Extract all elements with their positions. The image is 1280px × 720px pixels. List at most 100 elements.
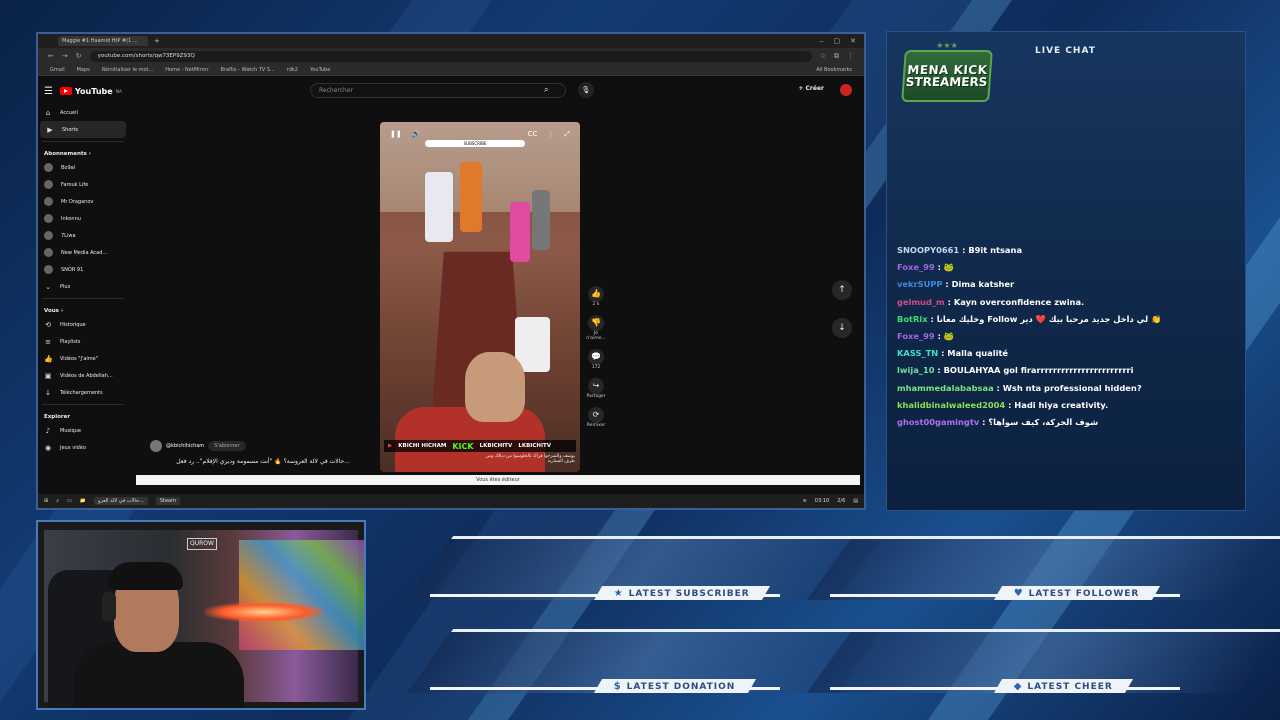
- sidebar-item-label: 7Liwa: [61, 232, 76, 239]
- bookmark-item[interactable]: Braflix - Watch TV S...: [221, 67, 275, 73]
- subscribe-button[interactable]: S'abonner: [208, 441, 246, 451]
- more-icon[interactable]: ⋮: [547, 130, 554, 139]
- action-label: Je n'aime...: [586, 331, 606, 341]
- sidebar-item-your-videos[interactable]: ▣ Vidéos de Abdellah...: [38, 367, 128, 384]
- avatar[interactable]: [840, 84, 852, 96]
- sidebar-item-music[interactable]: ♪ Musique: [38, 422, 128, 439]
- back-icon[interactable]: ←: [48, 52, 54, 60]
- webcam-scene: [204, 602, 324, 622]
- search-icon[interactable]: ⌕: [56, 498, 59, 504]
- sidebar-item-subscription[interactable]: 7Liwa: [38, 227, 128, 244]
- sidebar-item-subscription[interactable]: Farouk Life: [38, 176, 128, 193]
- action-label: Partager: [586, 394, 606, 399]
- sidebar-item-gaming[interactable]: ◉ Jeux vidéo: [38, 439, 128, 456]
- browser-tab[interactable]: Maggie #1 Haamid HtP #(1 ...: [58, 36, 148, 46]
- wifi-icon[interactable]: ≋: [803, 498, 807, 504]
- chat-username[interactable]: gelmud_m: [897, 297, 945, 307]
- bookmark-item[interactable]: rdk2: [287, 67, 298, 73]
- sidebar-item-liked[interactable]: 👍 Vidéos "J'aime": [38, 350, 128, 367]
- chat-username[interactable]: SNOOPY0661: [897, 245, 959, 255]
- captions-icon[interactable]: CC: [528, 130, 538, 139]
- sidebar-item-history[interactable]: ⟲ Historique: [38, 316, 128, 333]
- chat-username[interactable]: vekrSUPP: [897, 279, 943, 289]
- star-bookmark-icon[interactable]: ☆: [820, 52, 826, 60]
- bookmark-item[interactable]: YouTube: [310, 67, 330, 73]
- youtube-logo[interactable]: YouTube MA: [60, 87, 122, 96]
- subscriptions-header[interactable]: Abonnements ›: [38, 145, 128, 159]
- create-button[interactable]: + Créer: [798, 85, 824, 92]
- bookmark-item[interactable]: Home - NetMirror: [165, 67, 208, 73]
- microphone-icon[interactable]: 🎙: [578, 82, 594, 98]
- channel-avatar[interactable]: [150, 440, 162, 452]
- chat-username[interactable]: mhammedalababsaa: [897, 383, 994, 393]
- forward-icon[interactable]: →: [62, 52, 68, 60]
- channel-handle[interactable]: @kbichihicham: [166, 443, 204, 449]
- chat-message: ghost00gamingtv : شوف الحركة، كيف سواها؟: [897, 414, 1237, 431]
- bookmark-item[interactable]: Gmail: [50, 67, 65, 73]
- chat-username[interactable]: Foxe_99: [897, 331, 935, 341]
- extensions-icon[interactable]: ⧉: [834, 52, 839, 61]
- video-scene: [460, 162, 482, 232]
- you-header[interactable]: Vous ›: [38, 302, 128, 316]
- search-icon[interactable]: ⌕: [544, 85, 548, 95]
- subscribe-progress-bar: SUBSCRIBE: [425, 140, 525, 147]
- minimize-icon[interactable]: –: [820, 37, 824, 45]
- volume-icon[interactable]: 🔊: [412, 130, 421, 139]
- fullscreen-icon[interactable]: ⤢: [564, 130, 570, 139]
- hamburger-menu-icon[interactable]: ☰: [44, 86, 60, 97]
- bookmark-item[interactable]: Maps: [77, 67, 90, 73]
- download-icon: ↓: [45, 388, 51, 397]
- sidebar-item-playlists[interactable]: ≡ Playlists: [38, 333, 128, 350]
- sidebar-item-label: Inkonnu: [61, 215, 81, 222]
- sidebar-item-subscription[interactable]: Inkonnu: [38, 210, 128, 227]
- home-icon: ⌂: [45, 108, 51, 117]
- pause-icon[interactable]: ❚❚: [390, 130, 402, 139]
- taskbar-app[interactable]: حالات في لالة العرو...: [93, 497, 148, 505]
- reload-icon[interactable]: ↻: [76, 52, 82, 60]
- chat-username[interactable]: BotRix: [897, 314, 928, 324]
- share-icon[interactable]: ↪: [588, 378, 604, 394]
- bookmark-item[interactable]: Réinitialiser le mot...: [102, 67, 154, 73]
- notification-icon[interactable]: ▤: [853, 498, 858, 504]
- sidebar-item-label: Shorts: [62, 126, 79, 133]
- file-explorer-icon[interactable]: 📁: [80, 498, 86, 504]
- thumb-down-icon[interactable]: 👎: [588, 315, 604, 331]
- chat-username[interactable]: KASS_TN: [897, 348, 938, 358]
- editor-notice: Vous êtes éditeur: [136, 475, 860, 485]
- sidebar-item-subscription[interactable]: Mr Draganov: [38, 193, 128, 210]
- previous-short-arrow-up-icon[interactable]: ↑: [832, 280, 852, 300]
- video-scene: [532, 190, 550, 250]
- new-tab-icon[interactable]: +: [154, 37, 160, 45]
- sidebar-item-subscription[interactable]: SNOR 91: [38, 261, 128, 278]
- remix-icon[interactable]: ⟳: [588, 407, 604, 423]
- sidebar-item-subscription[interactable]: Bo9al: [38, 159, 128, 176]
- chat-username[interactable]: ghost00gamingtv: [897, 417, 979, 427]
- taskview-icon[interactable]: ▭: [67, 498, 72, 504]
- chat-username[interactable]: khalidbinalwaleed2004: [897, 400, 1005, 410]
- clock-date[interactable]: 2/6: [837, 498, 845, 504]
- next-short-arrow-down-icon[interactable]: ↓: [832, 318, 852, 338]
- start-icon[interactable]: ⊞: [44, 498, 48, 504]
- taskbar-app[interactable]: Steam: [155, 497, 180, 505]
- chat-username[interactable]: Foxe_99: [897, 262, 935, 272]
- sidebar-item-more[interactable]: ⌄ Plus: [38, 278, 128, 295]
- thumb-up-icon[interactable]: 👍: [588, 286, 604, 302]
- close-icon[interactable]: ✕: [850, 37, 856, 45]
- chat-separator: :: [938, 348, 948, 359]
- sidebar-item-home[interactable]: ⌂ Accueil: [38, 104, 128, 121]
- sidebar-item-label: Jeux vidéo: [60, 444, 86, 451]
- sidebar-item-label: Farouk Life: [61, 181, 89, 188]
- sidebar-item-shorts[interactable]: ▶ Shorts: [40, 121, 126, 138]
- kick-banner: ▶ KBICHI HICHAM KICK LKBICHITV LKBICHITV: [384, 440, 576, 452]
- sidebar-item-downloads[interactable]: ↓ Téléchargements: [38, 384, 128, 401]
- maximize-icon[interactable]: ▢: [834, 37, 841, 45]
- chat-username[interactable]: lwija_10: [897, 365, 935, 375]
- comment-icon[interactable]: 💬: [588, 349, 604, 365]
- menu-dots-icon[interactable]: ⋮: [847, 52, 854, 60]
- short-video-player[interactable]: ❚❚ 🔊 CC ⋮ ⤢ SUBSCRIBE ▶ KBICHI HICHAM KI…: [380, 122, 580, 472]
- address-bar[interactable]: youtube.com/shorts/qw73EP9Z93Q: [89, 50, 812, 62]
- all-bookmarks[interactable]: All Bookmarks: [816, 67, 852, 73]
- search-input[interactable]: Rechercher: [310, 83, 566, 98]
- sidebar-item-subscription[interactable]: New Media Acad...: [38, 244, 128, 261]
- clock-time[interactable]: 03:10: [815, 498, 829, 504]
